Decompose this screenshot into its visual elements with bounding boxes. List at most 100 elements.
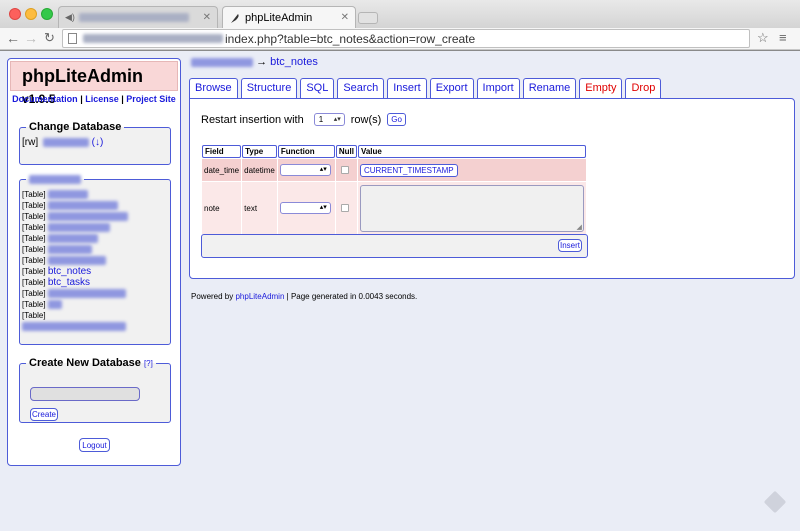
current-timestamp-button[interactable]: CURRENT_TIMESTAMP xyxy=(359,163,458,177)
app-logo[interactable]: phpLiteAdmin v1.9.5 xyxy=(10,61,178,106)
database-arrow[interactable]: (↓) xyxy=(92,137,104,148)
table-prefix: [Table] xyxy=(22,190,46,199)
table-row[interactable]: [Table] xyxy=(22,299,170,310)
blurred-table-name[interactable] xyxy=(47,201,118,211)
browser-toolbar: ← → ↻ index.php?table=btc_notes&action=r… xyxy=(0,28,800,50)
blurred-database-name[interactable] xyxy=(42,137,89,147)
row-count-value: 1 xyxy=(318,115,324,124)
blurred-database-heading[interactable] xyxy=(29,174,81,184)
table-row[interactable]: [Table] btc_notes xyxy=(22,266,170,277)
tab-export[interactable]: Export xyxy=(429,78,474,99)
blurred-table-name[interactable] xyxy=(47,289,126,299)
select-arrows-icon: ▴▾ xyxy=(319,204,327,211)
table-prefix: [Table] xyxy=(22,234,46,243)
null-checkbox[interactable] xyxy=(340,166,349,174)
row-count-select[interactable]: 1 ▴▾ xyxy=(313,113,345,126)
documentation-link[interactable]: Documentation xyxy=(12,94,78,104)
tab-import[interactable]: Import xyxy=(476,78,520,99)
function-select[interactable]: ▴▾ xyxy=(279,164,331,176)
create-button[interactable]: Create xyxy=(30,408,58,421)
field-type: datetime xyxy=(242,159,277,181)
new-tab-button[interactable] xyxy=(358,12,378,24)
license-link[interactable]: License xyxy=(85,94,119,104)
logout-button[interactable]: Logout xyxy=(79,438,110,452)
table-prefix: [Table] xyxy=(22,267,46,276)
blurred-table-name[interactable] xyxy=(47,223,110,233)
footer-product-link[interactable]: phpLiteAdmin xyxy=(235,292,284,301)
table-link-btc-notes[interactable]: btc_notes xyxy=(48,266,91,277)
footer-powered-by: Powered by xyxy=(191,292,234,301)
tab-drop[interactable]: Drop xyxy=(625,78,662,99)
table-prefix: [Table] xyxy=(22,245,46,254)
tab-empty[interactable]: Empty xyxy=(579,78,623,99)
project-site-link[interactable]: Project Site xyxy=(126,94,176,104)
sidebar-links: Documentation | License | Project Site xyxy=(10,94,178,104)
select-arrows-icon: ▴▾ xyxy=(319,166,327,173)
table-row[interactable]: [Table] btc_tasks xyxy=(22,277,170,288)
note-textarea[interactable]: ◢ xyxy=(359,184,584,232)
address-bar[interactable]: index.php?table=btc_notes&action=row_cre… xyxy=(62,29,750,48)
table-prefix: [Table] xyxy=(22,311,46,320)
blurred-table-name[interactable] xyxy=(47,256,106,266)
tab-structure[interactable]: Structure xyxy=(240,78,298,99)
breadcrumb-table-link[interactable]: btc_notes xyxy=(270,56,318,68)
table-row[interactable]: [Table] xyxy=(22,211,170,222)
function-select[interactable]: ▴▾ xyxy=(279,202,331,214)
forward-arrow-icon[interactable]: → xyxy=(24,30,38,46)
null-checkbox[interactable] xyxy=(340,204,349,212)
table-row[interactable]: [Table] xyxy=(22,200,170,211)
blurred-database-crumb[interactable] xyxy=(191,57,253,67)
table-row[interactable] xyxy=(22,321,170,332)
reload-icon[interactable]: ↻ xyxy=(44,30,55,46)
blurred-table-name[interactable] xyxy=(47,212,128,222)
tables-box: [Table] [Table] [Table] [Table] [Table] … xyxy=(19,173,171,345)
restart-insertion-row: Restart insertion with 1 ▴▾ row(s) Go xyxy=(201,113,406,126)
table-link-btc-tasks[interactable]: btc_tasks xyxy=(48,277,90,288)
blurred-table-name[interactable] xyxy=(47,190,88,200)
blurred-table-name[interactable] xyxy=(47,300,62,310)
minimize-window-button[interactable] xyxy=(25,8,37,20)
help-link[interactable]: [?] xyxy=(144,359,153,368)
table-row[interactable]: [Table] xyxy=(22,222,170,233)
tab-browse[interactable]: Browse xyxy=(189,78,238,99)
table-row[interactable]: [Table] xyxy=(22,233,170,244)
table-row[interactable]: [Table] xyxy=(22,288,170,299)
menu-icon[interactable]: ≡ xyxy=(779,30,787,45)
table-header-row: Field Type Function Null Value xyxy=(202,145,586,158)
close-window-button[interactable] xyxy=(9,8,21,20)
change-database-legend: Change Database xyxy=(29,121,122,133)
table-row[interactable]: [Table] xyxy=(22,244,170,255)
function-cell: ▴▾ xyxy=(277,182,335,234)
blurred-table-name[interactable] xyxy=(47,245,92,255)
database-selector[interactable]: [rw] (↓) xyxy=(20,133,170,148)
tab-title: phpLiteAdmin xyxy=(245,11,313,24)
table-prefix: [Table] xyxy=(22,256,46,265)
back-arrow-icon[interactable]: ← xyxy=(6,30,20,46)
table-row[interactable]: [Table] xyxy=(22,189,170,200)
tab-search[interactable]: Search xyxy=(337,78,385,99)
table-row[interactable]: [Table] xyxy=(22,310,170,321)
table-row[interactable]: [Table] xyxy=(22,255,170,266)
header-value: Value xyxy=(357,145,586,158)
insert-button[interactable]: Insert xyxy=(558,239,582,252)
header-type: Type xyxy=(242,145,277,158)
blurred-host xyxy=(83,34,223,43)
null-cell xyxy=(335,159,357,181)
maximize-window-button[interactable] xyxy=(41,8,53,20)
blurred-table-name[interactable] xyxy=(22,322,126,332)
rw-label: [rw] xyxy=(22,137,39,148)
tab-rename[interactable]: Rename xyxy=(522,78,577,99)
browser-tab-active[interactable]: phpLiteAdmin ✕ xyxy=(222,6,356,28)
close-tab-icon[interactable]: ✕ xyxy=(341,12,349,23)
new-database-input[interactable] xyxy=(30,387,140,401)
header-function: Function xyxy=(277,145,335,158)
resize-grip-icon[interactable]: ◢ xyxy=(577,223,582,231)
close-tab-icon[interactable]: ✕ xyxy=(203,12,211,23)
go-button[interactable]: Go xyxy=(387,113,406,126)
tab-insert[interactable]: Insert xyxy=(387,78,427,100)
blurred-table-name[interactable] xyxy=(47,234,98,244)
bookmark-star-icon[interactable]: ☆ xyxy=(757,30,769,46)
browser-tab-inactive[interactable]: ◀) ✕ xyxy=(58,6,218,28)
table-prefix: [Table] xyxy=(22,212,46,221)
tab-sql[interactable]: SQL xyxy=(300,78,335,99)
